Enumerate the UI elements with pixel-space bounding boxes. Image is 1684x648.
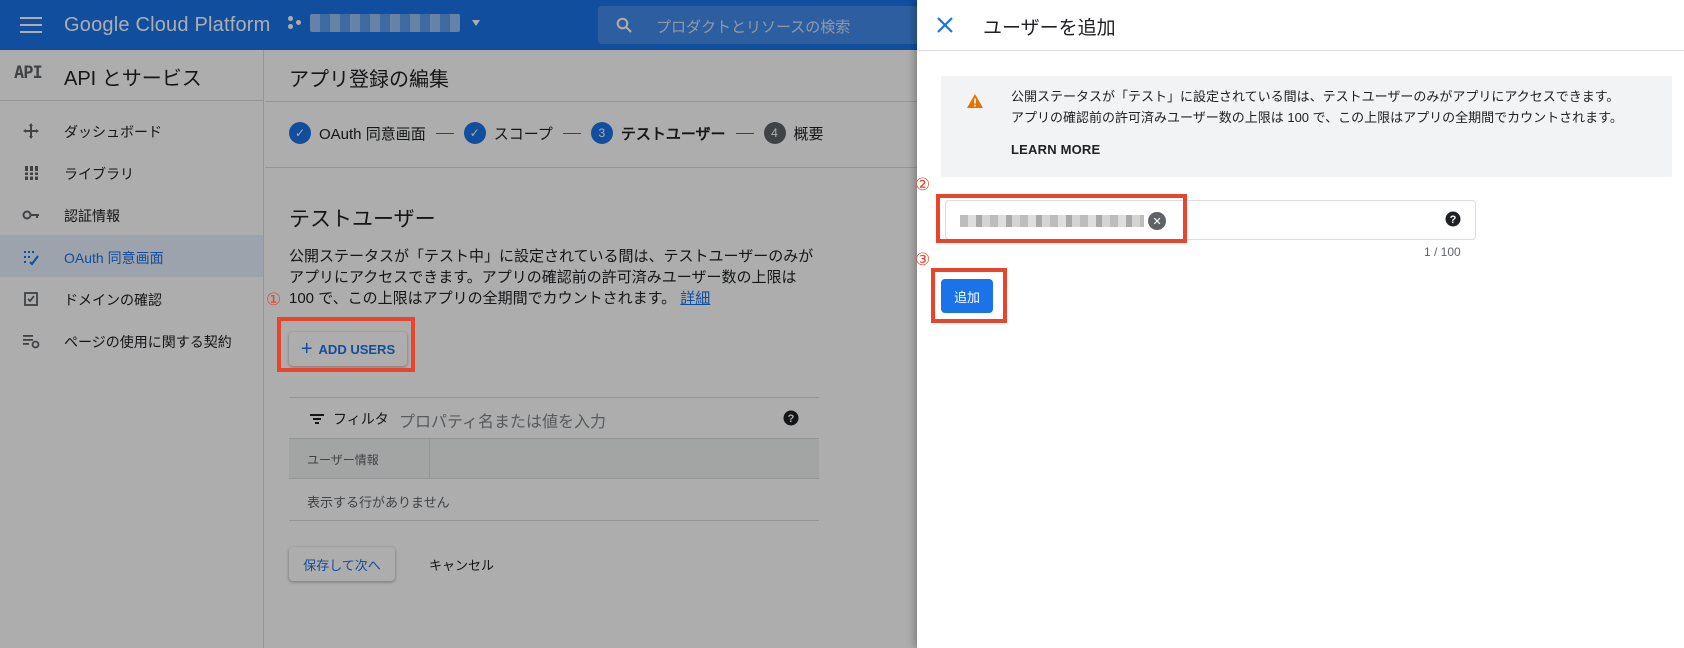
drawer-title: ユーザーを追加 <box>983 18 1116 39</box>
add-users-drawer: ユーザーを追加 公開ステータスが「テスト」に設定されている間は、テストユーザーの… <box>915 0 1684 648</box>
svg-text:?: ? <box>1450 214 1457 226</box>
notice-text: 公開ステータスが「テスト」に設定されている間は、テストユーザーのみがアプリにアク… <box>1011 86 1661 128</box>
scrim-overlay[interactable] <box>0 0 917 648</box>
notice-line-2: アプリの確認前の許可済みユーザー数の上限は 100 で、この上限はアプリの全期間… <box>1011 110 1623 125</box>
user-count: 1 / 100 <box>1424 245 1461 259</box>
annotation-box-3 <box>931 268 1007 323</box>
drawer-header: ユーザーを追加 <box>917 0 1684 51</box>
annotation-label-2: ② <box>915 175 931 195</box>
warning-icon <box>967 94 983 108</box>
annotation-label-3: ③ <box>915 250 931 270</box>
info-notice: 公開ステータスが「テスト」に設定されている間は、テストユーザーのみがアプリにアク… <box>941 76 1672 177</box>
annotation-box-1 <box>277 317 415 372</box>
close-icon[interactable] <box>935 15 955 35</box>
annotation-box-2 <box>936 194 1187 243</box>
help-icon[interactable]: ? <box>1445 211 1461 227</box>
annotation-label-1: ① <box>266 290 282 310</box>
learn-more-link[interactable]: LEARN MORE <box>1011 142 1100 157</box>
notice-line-1: 公開ステータスが「テスト」に設定されている間は、テストユーザーのみがアプリにアク… <box>1011 89 1620 104</box>
